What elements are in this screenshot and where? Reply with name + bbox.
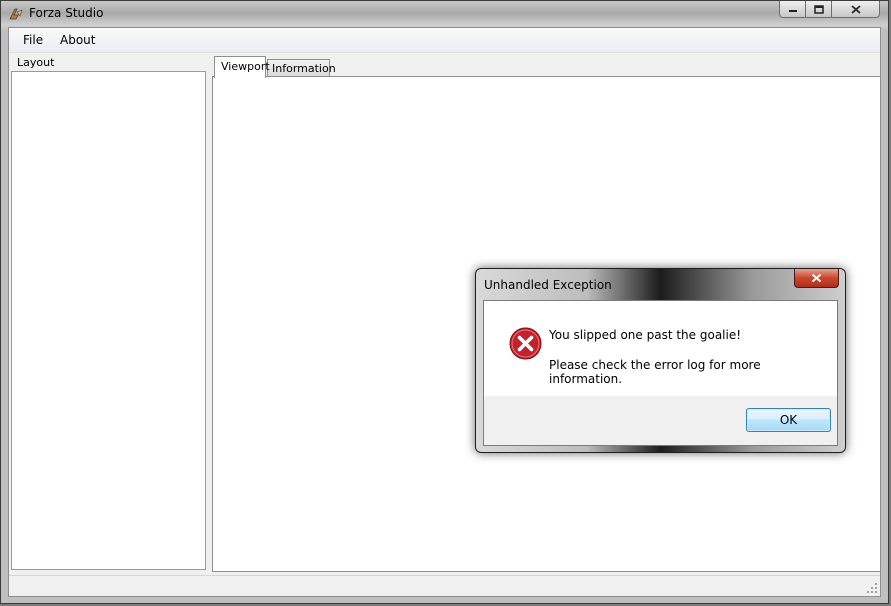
tab-information[interactable]: Information: [267, 59, 336, 77]
menu-bar: File About: [9, 28, 880, 53]
tab-viewport[interactable]: Viewport: [214, 56, 270, 78]
menu-file[interactable]: File: [23, 33, 43, 47]
exception-dialog: Unhandled Exception You slipped one past…: [475, 268, 846, 453]
dialog-footer: OK: [484, 396, 837, 445]
tab-information-label: Information: [272, 62, 336, 75]
dialog-body: You slipped one past the goalie! Please …: [483, 300, 838, 446]
title-bar[interactable]: Forza Studio: [1, 1, 888, 27]
layout-label: Layout: [16, 56, 56, 69]
dialog-close-button[interactable]: [794, 269, 839, 288]
tab-viewport-label: Viewport: [221, 60, 270, 73]
forza-logo-icon: [9, 8, 23, 20]
maximize-button[interactable]: [806, 1, 832, 18]
maximize-icon: [813, 4, 824, 14]
close-button[interactable]: [832, 1, 880, 18]
minimize-button[interactable]: [779, 1, 806, 18]
close-icon: [850, 4, 861, 14]
resize-grip-icon[interactable]: [866, 582, 878, 594]
status-bar: [9, 575, 880, 596]
minimize-icon: [788, 10, 797, 12]
ok-button[interactable]: OK: [746, 408, 831, 432]
menu-about[interactable]: About: [60, 33, 95, 47]
layout-tree-panel[interactable]: [11, 71, 206, 570]
error-message: You slipped one past the goalie!: [549, 328, 742, 342]
dialog-title: Unhandled Exception: [484, 278, 612, 292]
window-title: Forza Studio: [29, 6, 104, 20]
close-icon: [811, 273, 822, 283]
error-detail: Please check the error log for more info…: [549, 358, 761, 386]
error-icon: [509, 327, 542, 360]
